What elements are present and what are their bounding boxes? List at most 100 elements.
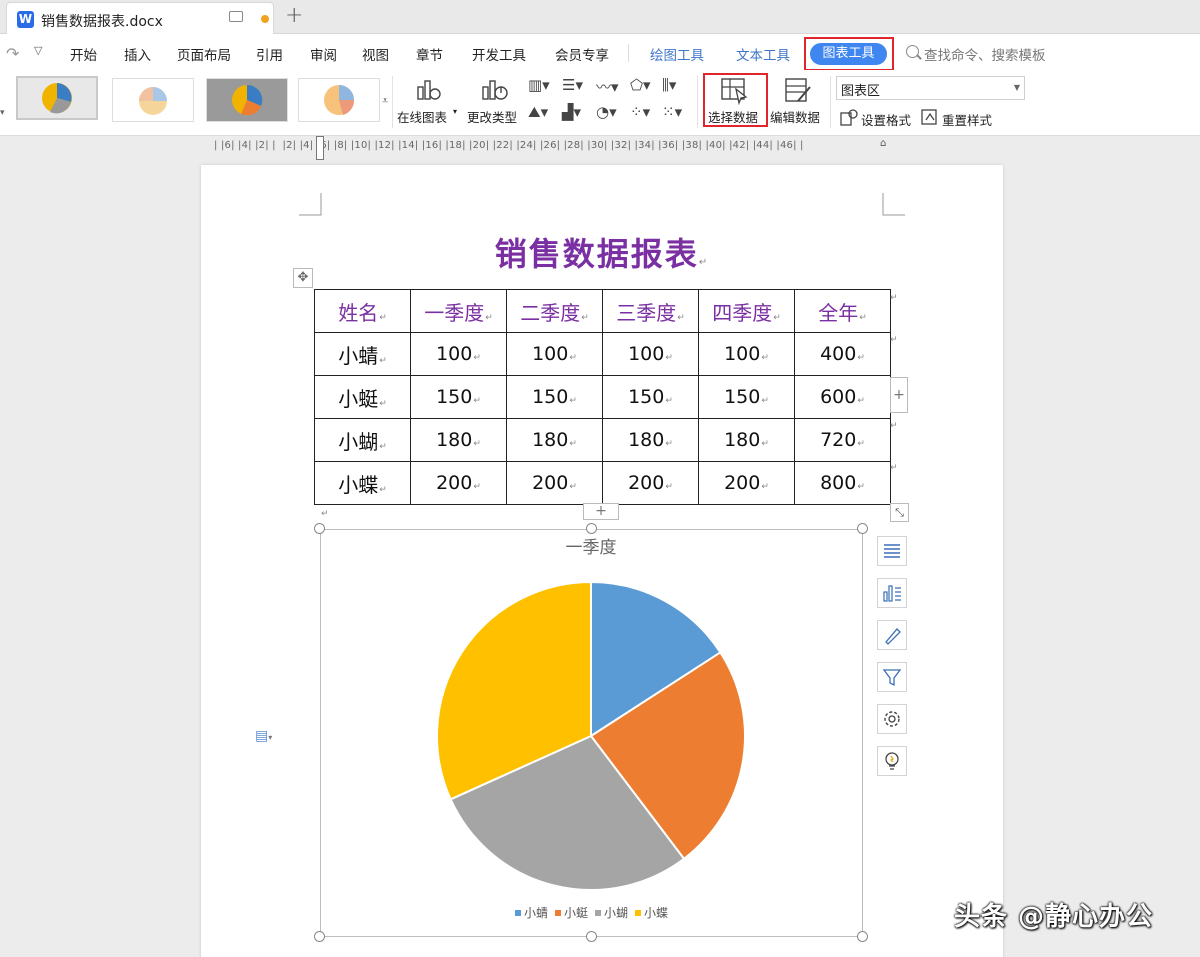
chart-type-button[interactable] xyxy=(877,578,907,608)
table-cell[interactable]: 720 xyxy=(794,418,891,462)
set-format-button[interactable]: 设置格式 xyxy=(861,110,911,129)
title-bar: W 销售数据报表.docx + xyxy=(0,0,1200,34)
new-tab-plus-icon[interactable]: + xyxy=(285,3,303,28)
table-cell[interactable]: 小蜻 xyxy=(314,332,411,376)
gallery-scroll-left-icon[interactable]: ▾ xyxy=(0,108,5,118)
chevron-down-icon[interactable]: ▽ xyxy=(34,44,42,57)
table-header-cell[interactable]: 一季度 xyxy=(410,289,507,333)
table-cell[interactable]: 小蜓 xyxy=(314,375,411,419)
resize-handle[interactable] xyxy=(314,523,325,534)
menu-section[interactable]: 章节 xyxy=(416,44,443,64)
resize-handle[interactable] xyxy=(586,931,597,942)
chart-style-3[interactable] xyxy=(206,78,288,122)
area-chart-icon[interactable]: ⛰▾ xyxy=(528,103,548,121)
line-chart-icon[interactable]: 〰▾ xyxy=(596,76,619,97)
online-chart-dropdown-icon[interactable]: ▾ xyxy=(453,107,457,116)
table-cell[interactable]: 180 xyxy=(410,418,507,462)
resize-handle[interactable] xyxy=(857,523,868,534)
bar-chart-icon[interactable]: ☰▾ xyxy=(562,76,583,94)
menu-reference[interactable]: 引用 xyxy=(256,44,283,64)
table-cell[interactable]: 100 xyxy=(410,332,507,376)
document-title[interactable]: 销售数据报表↵ xyxy=(201,229,1003,275)
table-header-cell[interactable]: 四季度 xyxy=(698,289,795,333)
table-header-cell[interactable]: 全年 xyxy=(794,289,891,333)
table-cell[interactable]: 200 xyxy=(410,461,507,505)
table-cell[interactable]: 小蝴 xyxy=(314,418,411,462)
table-cell[interactable]: 200 xyxy=(602,461,699,505)
table-header-cell[interactable]: 二季度 xyxy=(506,289,603,333)
table-cell[interactable]: 200 xyxy=(698,461,795,505)
table-cell[interactable]: 100 xyxy=(698,332,795,376)
resize-handle[interactable] xyxy=(857,931,868,942)
menu-text-tools[interactable]: 文本工具 xyxy=(736,44,790,64)
chart-elements-button[interactable] xyxy=(877,536,907,566)
table-cell[interactable]: 180 xyxy=(602,418,699,462)
online-chart-button[interactable]: 在线图表 xyxy=(397,107,447,126)
edit-data-button[interactable]: 编辑数据 xyxy=(770,107,820,126)
scatter-chart-icon[interactable]: ⁘▾ xyxy=(630,103,650,121)
chart-filter-button[interactable] xyxy=(877,662,907,692)
chart-settings-button[interactable] xyxy=(877,704,907,734)
chart-style-4[interactable] xyxy=(298,78,380,122)
menu-insert[interactable]: 插入 xyxy=(124,44,151,64)
table-cell[interactable]: 180 xyxy=(506,418,603,462)
document-page[interactable]: 销售数据报表↵ ✥ 姓名 一季度 二季度 三季度 四季度 全年 小蜻 100 1… xyxy=(201,165,1003,957)
document-title-text: 销售数据报表 xyxy=(494,235,699,273)
chart-element-select[interactable]: 图表区 ▼ xyxy=(836,76,1025,100)
menu-view[interactable]: 视图 xyxy=(362,44,389,64)
chart-ideas-button[interactable] xyxy=(877,746,907,776)
legend-marker xyxy=(635,910,641,916)
chart-style-1[interactable] xyxy=(16,76,98,120)
menu-start[interactable]: 开始 xyxy=(70,44,97,64)
chart-area[interactable]: 一季度 小蜻 小蜓 小蝴 小蝶 xyxy=(320,529,863,937)
table-cell[interactable]: 100 xyxy=(602,332,699,376)
change-type-button[interactable]: 更改类型 xyxy=(467,107,517,126)
table-cell[interactable]: 400 xyxy=(794,332,891,376)
indent-marker-icon[interactable] xyxy=(316,136,324,160)
menu-page-layout[interactable]: 页面布局 xyxy=(177,44,231,64)
table-cell[interactable]: 150 xyxy=(698,375,795,419)
chart-style-button[interactable] xyxy=(877,620,907,650)
table-cell[interactable]: 600 xyxy=(794,375,891,419)
column-chart-icon[interactable]: ▥▾ xyxy=(528,76,550,94)
resize-handle[interactable] xyxy=(586,523,597,534)
bubble-chart-icon[interactable]: ⁙▾ xyxy=(662,103,682,121)
table-cell[interactable]: 150 xyxy=(506,375,603,419)
chart-legend[interactable]: 小蜻 小蜓 小蝴 小蝶 xyxy=(515,905,668,920)
layout-options-icon[interactable]: ▤▾ xyxy=(255,728,272,744)
table-cell[interactable]: 800 xyxy=(794,461,891,505)
search-icon[interactable] xyxy=(906,45,919,58)
menu-review[interactable]: 审阅 xyxy=(310,44,337,64)
radar-chart-icon[interactable]: ⬠▾ xyxy=(630,76,651,94)
table-cell[interactable]: 200 xyxy=(506,461,603,505)
redo-icon[interactable]: ↷ xyxy=(6,44,19,63)
gallery-more-icon[interactable]: ⩡ xyxy=(382,94,388,108)
monitor-icon[interactable] xyxy=(229,11,243,22)
right-indent-marker-icon[interactable]: ⌂ xyxy=(880,138,886,149)
menu-developer[interactable]: 开发工具 xyxy=(472,44,526,64)
table-cell[interactable]: 180 xyxy=(698,418,795,462)
add-column-button[interactable]: + xyxy=(890,377,908,413)
resize-handle[interactable] xyxy=(314,931,325,942)
table-cell[interactable]: 小蝶 xyxy=(314,461,411,505)
menu-member[interactable]: 会员专享 xyxy=(555,44,609,64)
combo-chart-icon[interactable]: ▟▾ xyxy=(562,103,581,121)
menu-drawing-tools[interactable]: 绘图工具 xyxy=(650,44,704,64)
table-header-cell[interactable]: 姓名 xyxy=(314,289,411,333)
chart-title[interactable]: 一季度 xyxy=(566,538,617,558)
table-header-cell[interactable]: 三季度 xyxy=(602,289,699,333)
table-cell[interactable]: 100 xyxy=(506,332,603,376)
stock-chart-icon[interactable]: ⫼▾ xyxy=(662,76,676,94)
document-tab[interactable]: W 销售数据报表.docx xyxy=(6,2,274,34)
expand-icon[interactable]: ⤡ xyxy=(890,503,909,522)
add-row-button[interactable]: + xyxy=(583,503,619,520)
legend-label: 小蝴 xyxy=(604,906,628,920)
pie-chart-icon[interactable]: ◔▾ xyxy=(596,103,617,121)
table-cell[interactable]: 150 xyxy=(602,375,699,419)
table-move-handle-icon[interactable]: ✥ xyxy=(293,268,313,288)
reset-style-button[interactable]: 重置样式 xyxy=(942,110,992,129)
horizontal-ruler[interactable]: | |6| |4| |2| | |2| |4| |6| |8| |10| |12… xyxy=(0,136,1200,162)
search-command[interactable]: 查找命令、搜索模板 xyxy=(924,44,1046,64)
table-cell[interactable]: 150 xyxy=(410,375,507,419)
chart-style-2[interactable] xyxy=(112,78,194,122)
